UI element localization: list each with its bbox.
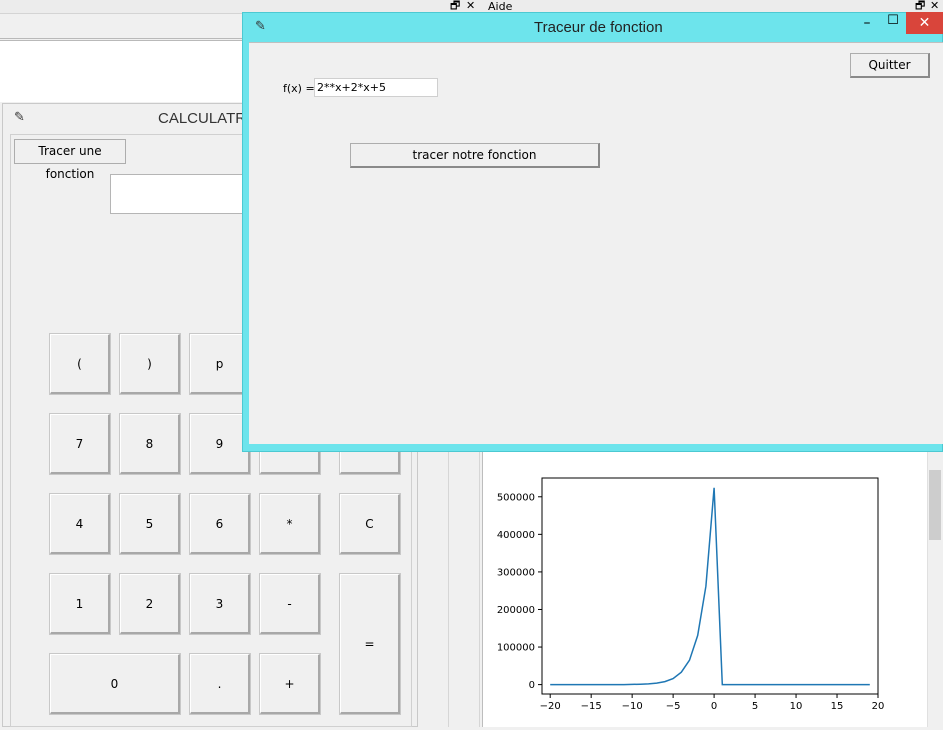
key-clear[interactable]: C	[339, 493, 401, 555]
fx-label: f(x) =	[283, 82, 315, 95]
tracer-une-fonction-button[interactable]: Tracer une fonction	[14, 139, 126, 181]
restore-icon[interactable]: 🗗	[915, 0, 925, 12]
plot-window-gutter	[448, 450, 480, 727]
key-7[interactable]: 7	[49, 413, 111, 475]
key-2[interactable]: 2	[119, 573, 181, 635]
key-6[interactable]: 6	[189, 493, 251, 555]
function-input[interactable]: 2**x+2*x+5	[314, 78, 438, 97]
x-tick-label: 5	[752, 701, 758, 712]
y-tick-label: 100000	[497, 643, 535, 654]
x-tick-label: −10	[622, 701, 643, 712]
traceur-title: Traceur de fonction	[534, 19, 663, 36]
y-tick-label: 0	[529, 680, 535, 691]
key-multiply[interactable]: *	[259, 493, 321, 555]
key-1[interactable]: 1	[49, 573, 111, 635]
key-minus[interactable]: -	[259, 573, 321, 635]
close-icon[interactable]: ✕	[466, 0, 475, 12]
key-0[interactable]: 0	[49, 653, 181, 715]
key-equals[interactable]: =	[339, 573, 401, 715]
minimize-icon[interactable]: –	[860, 16, 874, 30]
scrollbar-thumb[interactable]	[929, 470, 941, 540]
feather-icon: ✎	[255, 19, 266, 34]
key-3[interactable]: 3	[189, 573, 251, 635]
traceur-client-area	[249, 42, 943, 444]
x-tick-label: 0	[711, 701, 717, 712]
background-text-area	[0, 40, 250, 102]
y-tick-label: 200000	[497, 605, 535, 616]
divider	[0, 38, 250, 39]
y-tick-label: 300000	[497, 567, 535, 578]
function-chart: −20 −15 −10 −5 0 5 10 15 20 0 100000 200000 300000 40…	[497, 477, 885, 712]
key-plus[interactable]: +	[259, 653, 321, 715]
key-dot[interactable]: .	[189, 653, 251, 715]
calculator-display[interactable]	[110, 174, 250, 214]
key-9[interactable]: 9	[189, 413, 251, 475]
x-tick-label: −15	[581, 701, 602, 712]
key-5[interactable]: 5	[119, 493, 181, 555]
x-tick-label: 10	[790, 701, 803, 712]
restore-icon[interactable]: 🗗	[450, 0, 460, 12]
y-tick-label: 400000	[497, 530, 535, 541]
tracer-notre-fonction-button[interactable]: tracer notre fonction	[350, 143, 600, 168]
key-open-paren[interactable]: (	[49, 333, 111, 395]
key-p[interactable]: p	[189, 333, 251, 395]
x-tick-label: 15	[831, 701, 844, 712]
plot-area: −20 −15 −10 −5 0 5 10 15 20 0 100000 200000 300000 40…	[482, 450, 927, 727]
x-tick-label: −20	[540, 701, 561, 712]
key-close-paren[interactable]: )	[119, 333, 181, 395]
quitter-button[interactable]: Quitter	[850, 53, 930, 78]
axes-frame	[541, 477, 879, 695]
calculator-title: CALCULATRI	[158, 110, 251, 127]
y-tick-label: 500000	[497, 492, 535, 503]
feather-icon: ✎	[14, 110, 25, 125]
x-tick-label: 20	[872, 701, 885, 712]
x-tick-label: −5	[666, 701, 681, 712]
maximize-icon[interactable]: ☐	[886, 14, 900, 28]
key-4[interactable]: 4	[49, 493, 111, 555]
key-8[interactable]: 8	[119, 413, 181, 475]
close-button[interactable]: ✕	[906, 12, 943, 34]
close-icon[interactable]: ✕	[930, 0, 939, 12]
series-line	[550, 487, 870, 686]
